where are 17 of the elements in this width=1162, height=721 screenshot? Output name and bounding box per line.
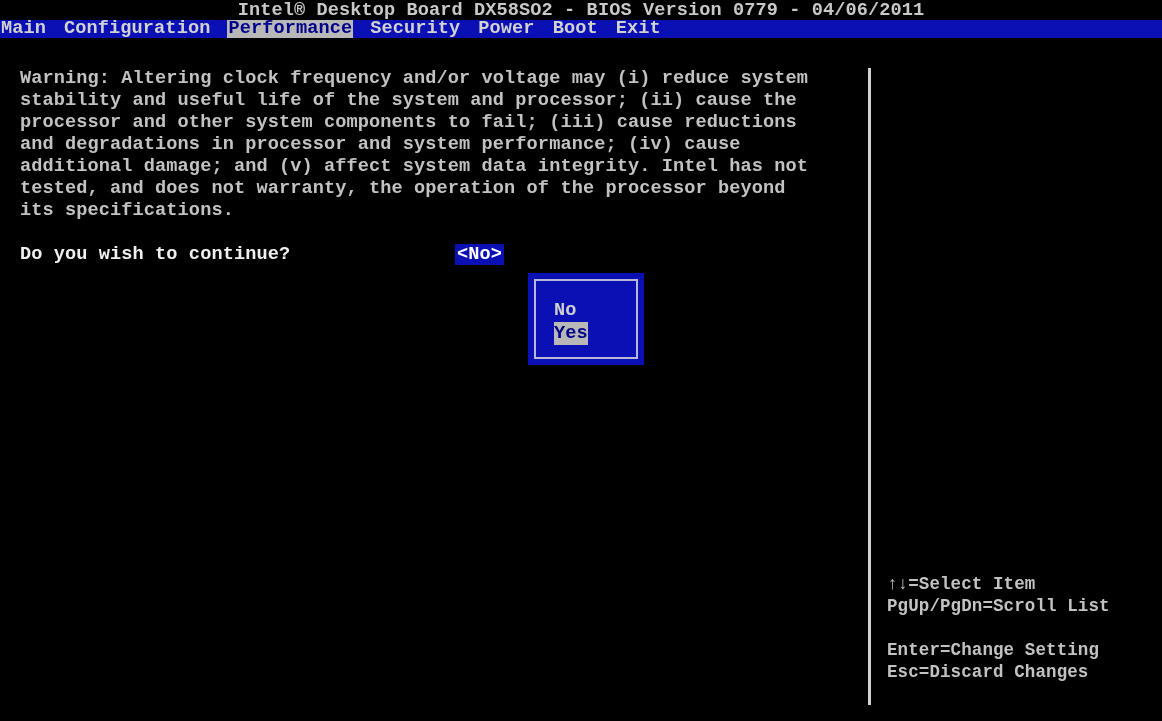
menu-tab[interactable]: Security [369, 20, 462, 38]
menu-tab[interactable]: Main [0, 20, 48, 38]
help-text: Enter=Change Setting [887, 639, 1101, 661]
bios-title: Intel® Desktop Board DX58SO2 - BIOS Version 0779 - 04/06/2011 [237, 2, 925, 20]
option-value[interactable]: <No> [455, 244, 505, 265]
menu-tab[interactable]: Exit [614, 20, 662, 38]
menu-tab[interactable]: Boot [551, 20, 599, 38]
menu-tab[interactable]: Power [477, 20, 536, 38]
menu-tab[interactable]: Configuration [63, 20, 212, 38]
help-text: Esc=Discard Changes [887, 661, 1090, 683]
help-text: ↑↓=Select Item [887, 573, 1037, 595]
menu-tab[interactable]: Performance [227, 20, 354, 38]
popup-option[interactable]: Yes [554, 322, 588, 345]
help-text: PgUp/PgDn=Scroll List [887, 595, 1111, 617]
popup-option[interactable]: No [554, 299, 577, 322]
question-label: Do you wish to continue? [20, 244, 292, 265]
warning-text: Warning: Altering clock frequency and/or voltage may (i) reduce system stability and useful life of the system and processor; (ii) cause the processor and other system components to fail; (iii) cause reductions and degradations in processor and system performance; (iv) cause additional damage; and (v) affect system data integrity. Intel has not tested, and does not warranty, the operation of the processor beyond its specifications. [20, 68, 810, 222]
